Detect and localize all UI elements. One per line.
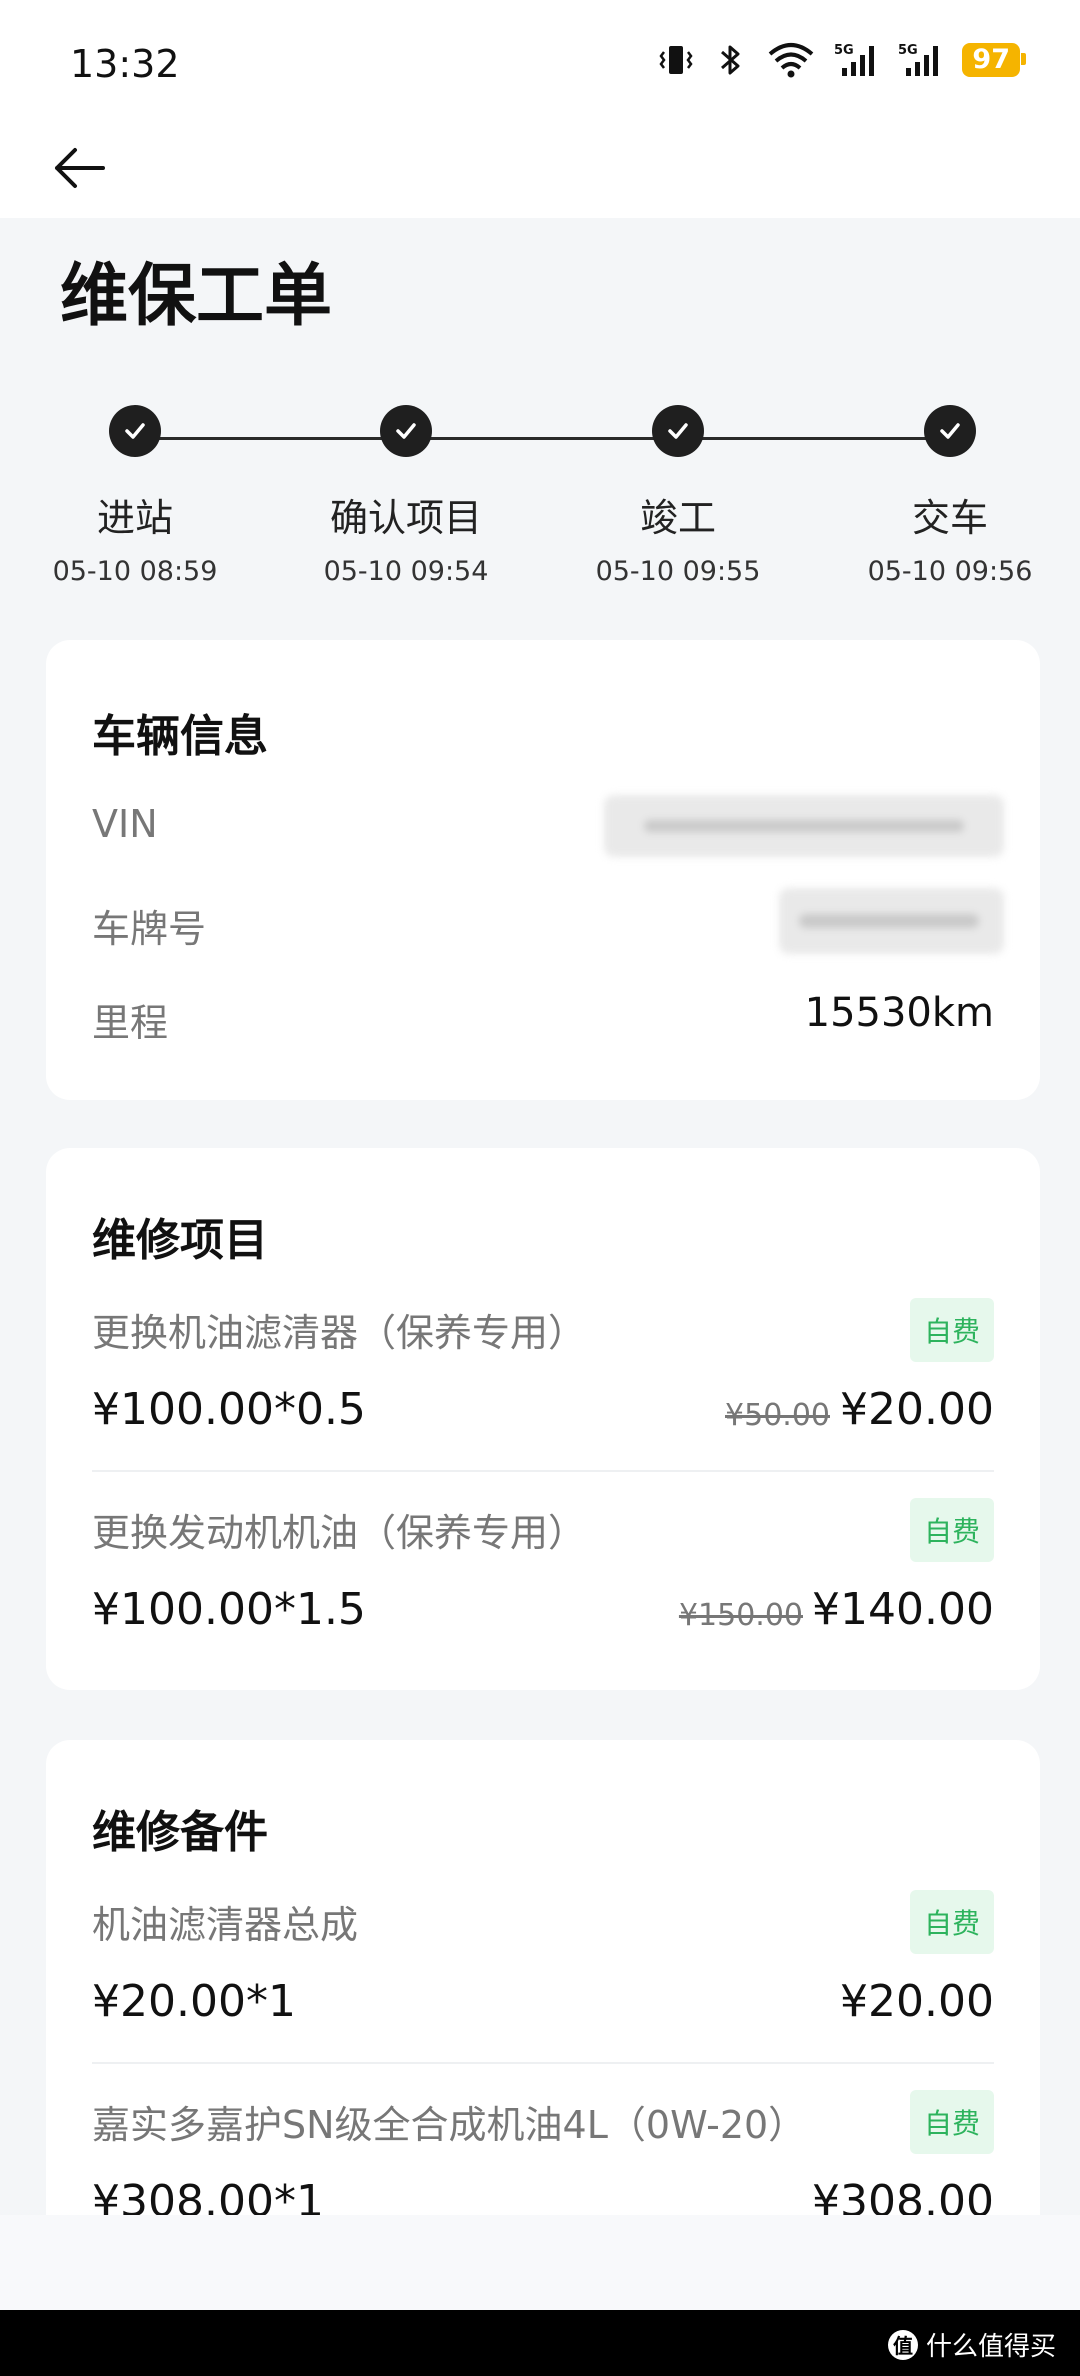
watermark-logo: 值	[887, 2329, 918, 2360]
repair-item-name: 更换机油滤清器（保养专用）	[92, 1311, 587, 1355]
check-icon	[380, 405, 432, 457]
progress-steps: 进站 05-10 08:59 确认项目 05-10 09:54 竣工 05-10…	[0, 405, 1080, 595]
arrow-left-icon[interactable]	[49, 138, 109, 202]
bottom-bar: 值 什么值得买	[0, 2310, 1080, 2376]
mileage-value: 15530km	[804, 990, 994, 1036]
card-title: 维修项目	[92, 1215, 268, 1266]
status-bar: 13:32 5G 5G 97	[0, 0, 1080, 130]
vibrate-icon	[656, 40, 696, 80]
repair-item-qty: ¥100.00*1.5	[92, 1584, 366, 1635]
card-title: 维修备件	[92, 1807, 268, 1858]
step-3: 竣工 05-10 09:55	[558, 405, 798, 587]
repair-item-original-price: ¥150.00	[678, 1598, 803, 1633]
card-title: 车辆信息	[92, 711, 268, 762]
svg-text:5G: 5G	[834, 43, 854, 58]
signal-5g-icon: 5G	[834, 40, 880, 80]
plate-label: 车牌号	[92, 907, 207, 951]
step-4: 交车 05-10 09:56	[830, 405, 1070, 587]
step-label: 交车	[911, 496, 988, 540]
status-time: 13:32	[70, 42, 180, 86]
self-pay-tag: 自费	[909, 2090, 994, 2154]
signal-5g-icon: 5G	[898, 40, 944, 80]
part-qty: ¥20.00*1	[92, 1976, 296, 2027]
vin-value-redacted	[604, 795, 1004, 857]
repair-items-card: 维修项目 更换机油滤清器（保养专用） 自费 ¥100.00*0.5 ¥50.00…	[46, 1148, 1040, 1690]
step-time: 05-10 09:56	[867, 556, 1033, 587]
repair-item-price: ¥140.00	[812, 1584, 994, 1635]
repair-item-name: 更换发动机机油（保养专用）	[92, 1511, 587, 1555]
wifi-icon	[766, 40, 816, 80]
self-pay-tag: 自费	[909, 1498, 994, 1562]
step-time: 05-10 09:54	[323, 556, 489, 587]
self-pay-tag: 自费	[909, 1298, 994, 1362]
check-icon	[109, 405, 161, 457]
progress-line	[135, 437, 950, 440]
step-label: 确认项目	[329, 496, 482, 540]
vin-label: VIN	[92, 802, 158, 846]
nav-bar	[0, 130, 1080, 218]
mileage-label: 里程	[92, 1001, 169, 1045]
step-label: 竣工	[639, 496, 716, 540]
watermark: 值 什么值得买	[887, 2326, 1056, 2363]
vehicle-info-card: 车辆信息 VIN 车牌号 里程 15530km	[46, 640, 1040, 1100]
part-name: 嘉实多嘉护SN级全合成机油4L（0W-20）	[92, 2103, 807, 2147]
repair-item-original-price: ¥50.00	[725, 1398, 830, 1433]
part-price: ¥20.00	[840, 1976, 994, 2027]
part-name: 机油滤清器总成	[92, 1903, 359, 1947]
battery-icon: 97	[962, 43, 1026, 77]
repair-item-qty: ¥100.00*0.5	[92, 1384, 366, 1435]
page-title: 维保工单	[60, 257, 333, 336]
check-icon	[924, 405, 976, 457]
step-time: 05-10 08:59	[52, 556, 218, 587]
divider	[92, 2062, 994, 2064]
bottom-overlay	[0, 2215, 1080, 2310]
step-time: 05-10 09:55	[595, 556, 761, 587]
bluetooth-icon	[714, 40, 748, 80]
step-label: 进站	[96, 496, 173, 540]
divider	[92, 1470, 994, 1472]
step-1: 进站 05-10 08:59	[15, 405, 255, 587]
watermark-text: 什么值得买	[925, 2332, 1056, 2362]
check-icon	[652, 405, 704, 457]
step-2: 确认项目 05-10 09:54	[286, 405, 526, 587]
repair-item-price: ¥20.00	[840, 1384, 994, 1435]
status-icons: 5G 5G 97	[656, 40, 1026, 80]
back-button[interactable]	[44, 130, 114, 210]
plate-value-redacted	[779, 888, 1004, 954]
self-pay-tag: 自费	[909, 1890, 994, 1954]
svg-text:5G: 5G	[898, 43, 918, 58]
